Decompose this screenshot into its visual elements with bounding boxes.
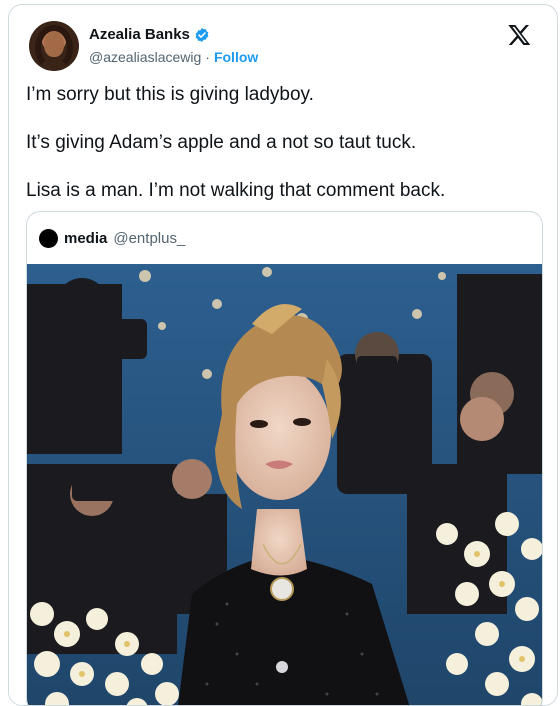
quoted-tweet[interactable]: media @entplus_: [26, 211, 543, 706]
author-name[interactable]: Azealia Banks: [89, 26, 190, 43]
author-handle-row: @azealiaslacewig · Follow: [89, 49, 258, 65]
quoted-avatar[interactable]: [39, 229, 58, 248]
author-handle[interactable]: @azealiaslacewig: [89, 49, 201, 65]
verified-badge-icon: [195, 27, 209, 42]
x-logo-icon[interactable]: [507, 23, 531, 47]
tweet-text: I’m sorry but this is giving ladyboy. It…: [26, 83, 546, 227]
follow-button[interactable]: Follow: [214, 49, 258, 65]
tweet-card: Azealia Banks @azealiaslacewig · Follow I’…: [8, 4, 558, 706]
tweet-paragraph: I’m sorry but this is giving ladyboy.: [26, 84, 314, 105]
quoted-author-handle[interactable]: @entplus_: [113, 230, 185, 247]
tweet-paragraph: Lisa is a man. I’m not walking that comm…: [26, 180, 446, 201]
tweet-paragraph: It’s giving Adam’s apple and a not so ta…: [26, 132, 417, 153]
avatar-face: [44, 31, 64, 57]
author-avatar[interactable]: [29, 21, 79, 71]
separator-dot: ·: [205, 49, 210, 65]
quoted-author-name[interactable]: media: [64, 230, 107, 247]
author-name-row: Azealia Banks: [89, 26, 210, 43]
quoted-photo[interactable]: [27, 264, 542, 706]
quoted-tweet-header: media @entplus_: [39, 229, 185, 248]
